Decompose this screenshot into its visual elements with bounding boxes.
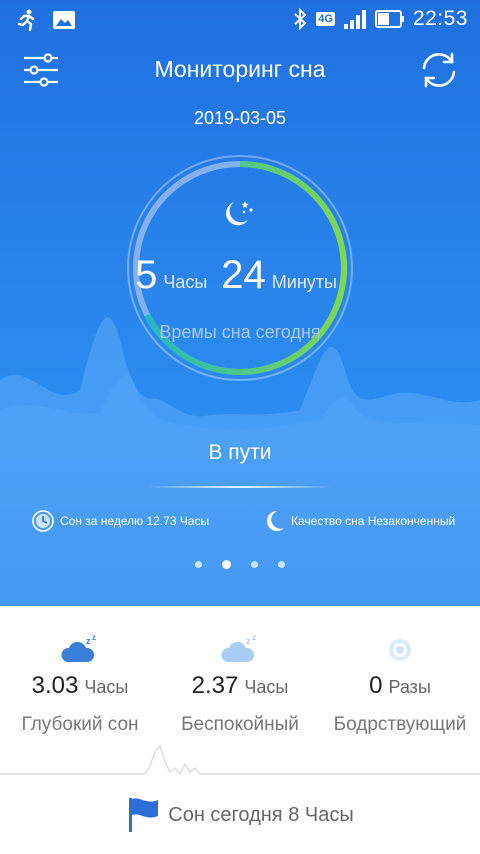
moon-stars-icon xyxy=(226,201,253,226)
pulse-divider xyxy=(0,744,480,776)
running-icon xyxy=(17,9,35,32)
awake-eye-icon xyxy=(389,639,411,661)
flag-icon xyxy=(129,798,159,832)
light-sleep-unit: Часы xyxy=(244,677,289,697)
svg-text:z: z xyxy=(86,636,91,646)
hours-unit: Часы xyxy=(163,272,208,292)
deep-sleep-label: Глубокий сон xyxy=(21,714,139,735)
deep-sleep-unit: Часы xyxy=(84,677,129,697)
page-dot[interactable] xyxy=(278,561,285,568)
status-bar: 4G 22:53 xyxy=(0,0,480,40)
bluetooth-icon xyxy=(294,7,307,31)
svg-text:z: z xyxy=(252,634,256,642)
sleep-status: В пути xyxy=(208,441,272,464)
clock: 22:53 xyxy=(412,7,468,30)
sleep-quality: Качество сна Незаконченный xyxy=(265,510,455,532)
light-sleep-cloud-icon: z z xyxy=(221,634,256,662)
minutes-value: 24 xyxy=(221,253,266,297)
ring-caption: Времы сна сегодня xyxy=(159,322,321,342)
svg-text:z: z xyxy=(92,634,96,642)
svg-text:z: z xyxy=(246,636,251,646)
clock-icon xyxy=(32,510,54,532)
light-sleep-value: 2.37 xyxy=(191,672,239,699)
sleep-quality-text: Качество сна Незаконченный xyxy=(291,514,456,528)
network-badge: 4G xyxy=(316,12,335,26)
hero-panel: 4G 22:53 Мониторинг сна 2019-03-05 5 Час… xyxy=(0,0,480,606)
moon-icon xyxy=(266,510,284,531)
today-sleep-text: Сон сегодня 8 Часы xyxy=(168,803,354,826)
deep-sleep-cloud-icon: z z xyxy=(61,634,96,662)
image-icon xyxy=(53,11,75,29)
weekly-sleep-text: Сон за неделю 12.73 Часы xyxy=(60,514,210,528)
status-underline xyxy=(148,486,332,488)
sleep-stats: z z 3.03 Часы Глубокий сон z z 2.37 Часы Б… xyxy=(0,606,480,854)
awake-label: Бодрствующий xyxy=(333,714,467,735)
page-dot[interactable] xyxy=(222,560,231,569)
sync-icon[interactable] xyxy=(416,48,462,92)
date-label: 2019-03-05 xyxy=(193,108,287,128)
light-sleep-label: Беспокойный xyxy=(181,714,299,735)
awake-value: 0 xyxy=(369,672,383,699)
deep-sleep-value: 3.03 xyxy=(31,672,79,699)
info-row: Сон за неделю 12.73 Часы Качество сна Не… xyxy=(0,510,480,536)
battery-icon xyxy=(374,10,404,28)
page-dot[interactable] xyxy=(251,561,258,568)
awake-unit: Разы xyxy=(388,677,431,697)
page-dot[interactable] xyxy=(195,561,202,568)
minutes-unit: Минуты xyxy=(271,272,337,292)
weekly-sleep: Сон за неделю 12.73 Часы xyxy=(32,510,209,532)
today-sleep-goal: Сон сегодня 8 Часы xyxy=(0,796,480,834)
signal-icon xyxy=(343,10,366,29)
page-title: Мониторинг сна xyxy=(154,56,326,82)
sleep-duration: 5 Часы 24 Минуты xyxy=(0,253,480,298)
top-bar: Мониторинг сна xyxy=(0,48,480,98)
page-indicator[interactable] xyxy=(0,560,480,569)
hours-value: 5 xyxy=(135,253,158,297)
